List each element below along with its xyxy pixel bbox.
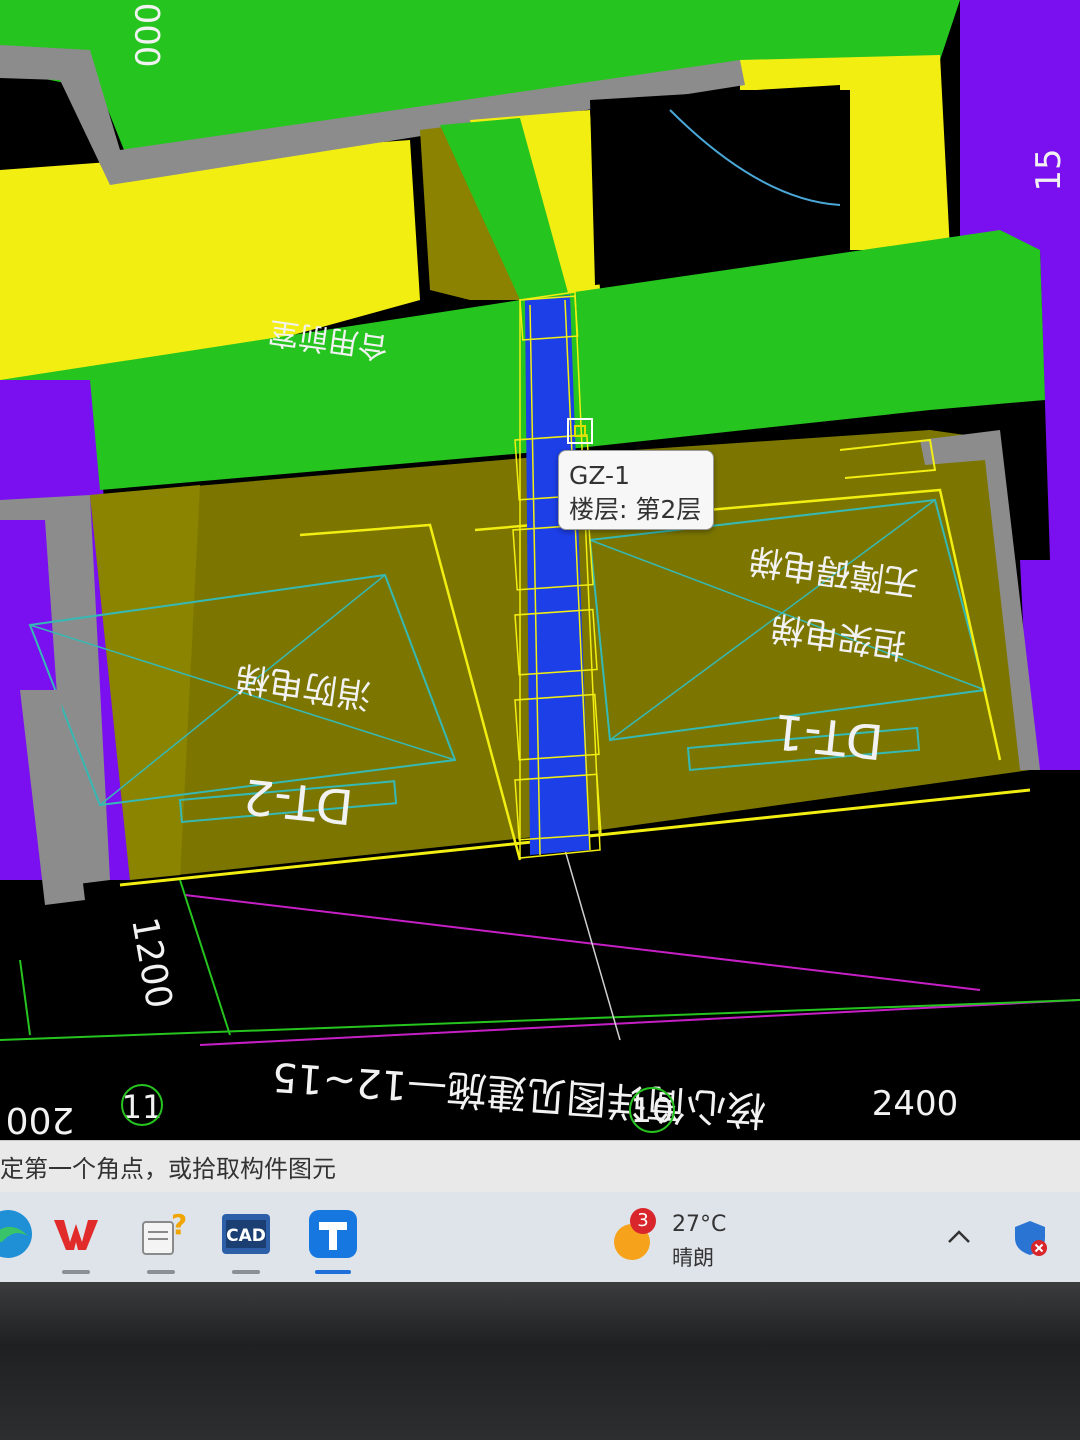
- wps-running-indicator: [62, 1270, 90, 1274]
- label-right-edge: 15: [1029, 148, 1069, 191]
- svg-text:DT-1: DT-1: [771, 702, 886, 769]
- svg-text:?: ?: [171, 1208, 187, 1241]
- monitor-bezel: [0, 1282, 1080, 1440]
- cad-icon: CAD: [222, 1214, 270, 1254]
- security-shield-icon[interactable]: [1010, 1218, 1050, 1258]
- dimension-2400: 2400: [872, 1084, 959, 1124]
- label-dt1: DT-1: [771, 702, 886, 769]
- taskbar-app-glodon[interactable]: [305, 1206, 361, 1274]
- weather-widget[interactable]: 3 27°C 晴朗: [610, 1208, 770, 1270]
- command-status-bar: 定第一个角点，或拾取构件图元: [0, 1140, 1080, 1193]
- pick-cursor-icon: [567, 418, 593, 444]
- notes-running-indicator: [147, 1270, 175, 1274]
- wps-icon: [54, 1220, 98, 1250]
- command-prompt-text: 定第一个角点，或拾取构件图元: [0, 1155, 336, 1183]
- tooltip-floor: 楼层: 第2层: [569, 495, 702, 524]
- top-right-void: [590, 85, 840, 285]
- label-dt2: DT-2: [241, 767, 356, 834]
- dimension-left: 200: [6, 1099, 75, 1140]
- chevron-up-icon[interactable]: [944, 1222, 974, 1252]
- glodon-active-indicator: [315, 1270, 351, 1274]
- weather-condition: 晴朗: [672, 1246, 714, 1270]
- taskbar: ? CAD 3 27°C 晴朗: [0, 1192, 1080, 1282]
- screen: 消防电梯 DT-2 无障碍电梯 担架电梯 DT-1 合用前室 000 15 12…: [0, 0, 1080, 1290]
- element-tooltip: GZ-1 楼层: 第2层: [558, 450, 714, 530]
- tooltip-element-name: GZ-1: [569, 461, 630, 490]
- glodon-icon: [309, 1210, 357, 1258]
- taskbar-app-cad[interactable]: CAD: [218, 1206, 274, 1274]
- weather-notification-badge: 3: [630, 1208, 656, 1234]
- svg-text:DT-2: DT-2: [241, 767, 356, 834]
- cad-drawing-canvas[interactable]: 消防电梯 DT-2 无障碍电梯 担架电梯 DT-1 合用前室 000 15 12…: [0, 0, 1080, 1140]
- svg-text:15: 15: [1029, 148, 1069, 191]
- svg-text:000: 000: [129, 3, 169, 68]
- svg-text:CAD: CAD: [226, 1226, 266, 1246]
- svg-text:200: 200: [6, 1099, 75, 1140]
- taskbar-app-edge[interactable]: [0, 1206, 36, 1262]
- notes-icon: ?: [142, 1208, 187, 1255]
- edge-icon: [0, 1210, 32, 1258]
- label-top-dimension: 000: [129, 3, 169, 68]
- weather-temperature: 27°C: [672, 1212, 727, 1237]
- taskbar-app-notes[interactable]: ?: [133, 1206, 189, 1274]
- cad-running-indicator: [232, 1270, 260, 1274]
- taskbar-app-wps[interactable]: [48, 1206, 104, 1274]
